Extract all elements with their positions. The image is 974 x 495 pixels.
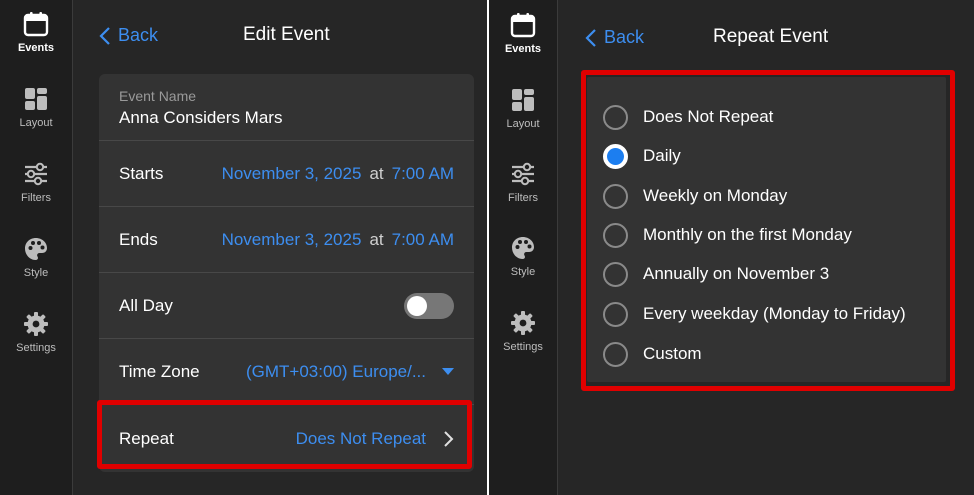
starts-row[interactable]: Starts November 3, 2025 at 7:00 AM xyxy=(99,140,474,206)
event-name-value: Anna Considers Mars xyxy=(119,108,283,127)
nav-label-events: Events xyxy=(17,42,55,54)
nav-item-events[interactable]: Events xyxy=(489,12,557,55)
nav-item-layout[interactable]: Layout xyxy=(0,86,72,129)
radio-button[interactable] xyxy=(603,104,628,130)
back-button[interactable]: Back xyxy=(585,27,644,48)
page-title: Edit Event xyxy=(243,24,330,45)
nav-item-settings[interactable]: Settings xyxy=(0,311,72,354)
sliders-icon xyxy=(25,162,47,186)
nav-item-events[interactable]: Events xyxy=(0,11,72,54)
radio-button[interactable] xyxy=(603,301,628,327)
radio-button-selected[interactable] xyxy=(603,143,628,169)
nav-label-layout: Layout xyxy=(506,118,540,130)
nav-label-settings: Settings xyxy=(503,341,543,353)
all-day-label: All Day xyxy=(119,295,173,315)
nav-label-events: Events xyxy=(504,43,542,55)
repeat-option[interactable]: Annually on November 3 xyxy=(603,258,829,290)
gear-icon xyxy=(511,311,535,335)
nav-item-style[interactable]: Style xyxy=(0,236,72,279)
nav-label-filters: Filters xyxy=(508,192,538,204)
gear-icon xyxy=(24,312,48,336)
time-zone-row[interactable]: Time Zone (GMT+03:00) Europe/... xyxy=(99,338,474,404)
starts-at: at xyxy=(369,163,384,183)
repeat-option-label: Daily xyxy=(643,146,681,165)
back-label: Back xyxy=(604,27,645,47)
all-day-row: All Day xyxy=(99,272,474,338)
repeat-event-panel: Events Layout Filters Style Settings Bac… xyxy=(489,0,974,495)
repeat-option-label: Every weekday (Monday to Friday) xyxy=(643,304,906,323)
chevron-left-icon xyxy=(99,26,110,45)
nav-label-layout: Layout xyxy=(19,117,53,129)
ends-label: Ends xyxy=(119,229,158,249)
sidebar: Events Layout Filters Style Settings xyxy=(489,0,558,495)
ends-time[interactable]: 7:00 AM xyxy=(392,230,454,250)
repeat-option-label: Monthly on the first Monday xyxy=(643,225,852,244)
caret-down-icon xyxy=(442,367,454,375)
starts-date[interactable]: November 3, 2025 xyxy=(222,164,362,184)
repeat-row[interactable]: Repeat Does Not Repeat xyxy=(99,404,474,472)
sidebar: Events Layout Filters Style Settings xyxy=(0,0,73,495)
radio-button[interactable] xyxy=(603,261,628,287)
radio-button[interactable] xyxy=(603,222,628,248)
nav-item-style[interactable]: Style xyxy=(489,235,557,278)
repeat-option[interactable]: Monthly on the first Monday xyxy=(603,219,852,251)
event-name-field[interactable]: Event Name Anna Considers Mars xyxy=(99,74,474,140)
nav-label-style: Style xyxy=(510,266,536,278)
repeat-option-label: Weekly on Monday xyxy=(643,186,788,205)
layout-grid-icon xyxy=(25,88,47,110)
chevron-left-icon xyxy=(585,28,596,47)
palette-icon xyxy=(512,237,534,259)
back-label: Back xyxy=(118,25,159,45)
repeat-options-card: Does Not Repeat Daily Weekly on Monday M… xyxy=(587,77,946,382)
page-title: Repeat Event xyxy=(713,26,829,47)
radio-button[interactable] xyxy=(603,341,628,367)
event-form-card: Event Name Anna Considers Mars Starts No… xyxy=(99,74,474,472)
starts-label: Starts xyxy=(119,163,164,183)
layout-grid-icon xyxy=(512,89,534,111)
sliders-icon xyxy=(512,162,534,186)
toggle-knob xyxy=(407,295,427,316)
calendar-icon xyxy=(23,12,49,37)
repeat-label: Repeat xyxy=(119,428,174,448)
repeat-value: Does Not Repeat xyxy=(295,428,426,448)
repeat-option-label: Annually on November 3 xyxy=(643,264,830,283)
back-button[interactable]: Back xyxy=(99,25,158,46)
nav-label-style: Style xyxy=(23,267,49,279)
all-day-toggle[interactable] xyxy=(404,292,454,319)
palette-icon xyxy=(25,238,47,260)
nav-label-settings: Settings xyxy=(16,342,56,354)
repeat-option[interactable]: Daily xyxy=(603,140,681,172)
nav-item-settings[interactable]: Settings xyxy=(489,310,557,353)
repeat-option[interactable]: Every weekday (Monday to Friday) xyxy=(603,298,906,330)
chevron-right-icon xyxy=(444,430,454,447)
nav-item-filters[interactable]: Filters xyxy=(0,161,72,204)
starts-time[interactable]: 7:00 AM xyxy=(392,164,454,184)
nav-label-filters: Filters xyxy=(21,192,51,204)
ends-row[interactable]: Ends November 3, 2025 at 7:00 AM xyxy=(99,206,474,272)
repeat-option-label: Does Not Repeat xyxy=(643,107,774,126)
ends-date[interactable]: November 3, 2025 xyxy=(222,230,362,250)
repeat-option[interactable]: Does Not Repeat xyxy=(603,101,773,133)
edit-event-panel: Events Layout Filters Style Settings Bac… xyxy=(0,0,487,495)
repeat-option[interactable]: Custom xyxy=(603,338,702,370)
radio-button[interactable] xyxy=(603,183,628,209)
event-name-caption: Event Name xyxy=(119,88,197,104)
nav-item-layout[interactable]: Layout xyxy=(489,87,557,130)
repeat-option[interactable]: Weekly on Monday xyxy=(603,180,787,212)
ends-at: at xyxy=(369,229,384,249)
time-zone-label: Time Zone xyxy=(119,361,200,381)
time-zone-value[interactable]: (GMT+03:00) Europe/... xyxy=(246,362,426,382)
calendar-icon xyxy=(510,13,536,38)
repeat-option-label: Custom xyxy=(643,344,702,363)
nav-item-filters[interactable]: Filters xyxy=(489,161,557,204)
